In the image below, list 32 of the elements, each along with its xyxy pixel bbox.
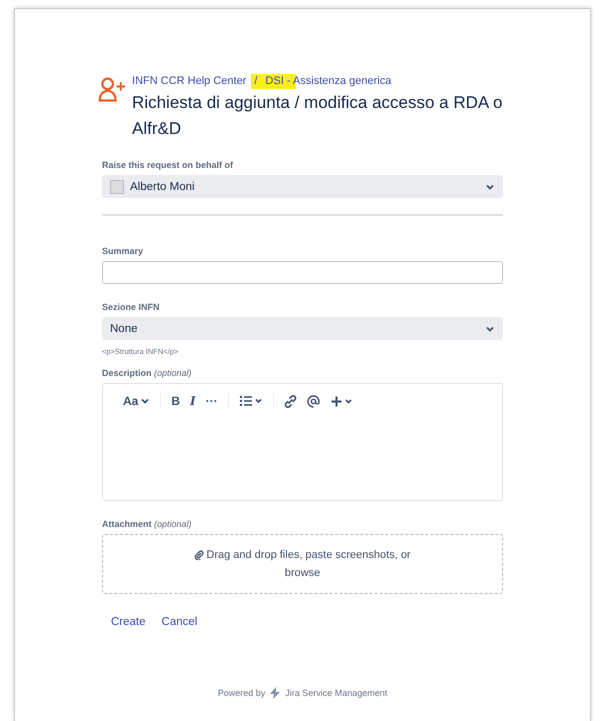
mention-icon[interactable] — [306, 394, 320, 408]
description-editor[interactable]: Aa B I ··· — [102, 383, 503, 501]
field-label: Sezione INFN — [102, 302, 161, 312]
user-name: Alberto Moni — [130, 180, 195, 192]
product-name: Jira Service Management — [285, 688, 388, 698]
dropzone-text: Drag and drop files, paste screenshots, or — [206, 549, 411, 561]
link-icon[interactable] — [284, 394, 297, 408]
create-button[interactable]: Create — [111, 616, 146, 628]
italic-button[interactable]: I — [190, 394, 196, 408]
list-icon[interactable] — [238, 395, 263, 407]
browse-link[interactable]: browse — [284, 567, 320, 579]
breadcrumb-link[interactable]: INFN CCR Help Center — [132, 75, 246, 87]
avatar-icon — [110, 180, 124, 194]
request-title: Richiesta di aggiunta / modifica accesso a RDA o Alfr&D — [132, 92, 503, 140]
breadcrumb-separator: / — [254, 75, 258, 87]
user-select[interactable]: Alberto Moni — [102, 175, 503, 198]
more-button[interactable]: ··· — [206, 394, 218, 408]
field-label: Summary — [102, 246, 144, 256]
bolt-logo-icon — [269, 687, 282, 699]
chevron-icon — [140, 396, 150, 406]
attachment-dropzone[interactable]: Drag and drop files, paste screenshots, or browse — [102, 534, 503, 594]
powered-by-text: Powered by — [218, 688, 266, 698]
text-style-button[interactable]: Aa — [123, 394, 150, 408]
paperclip-icon — [194, 550, 204, 560]
insert-icon[interactable] — [330, 394, 354, 408]
section-select[interactable]: None — [102, 317, 503, 340]
field-label: Raise this request on behalf of — [102, 160, 234, 170]
summary-field[interactable] — [102, 261, 503, 284]
field-label: Attachment (optional) — [102, 519, 193, 529]
bold-button[interactable]: B — [171, 394, 180, 408]
cancel-button[interactable]: Cancel — [162, 616, 198, 628]
field-label: Description (optional) — [102, 368, 193, 378]
